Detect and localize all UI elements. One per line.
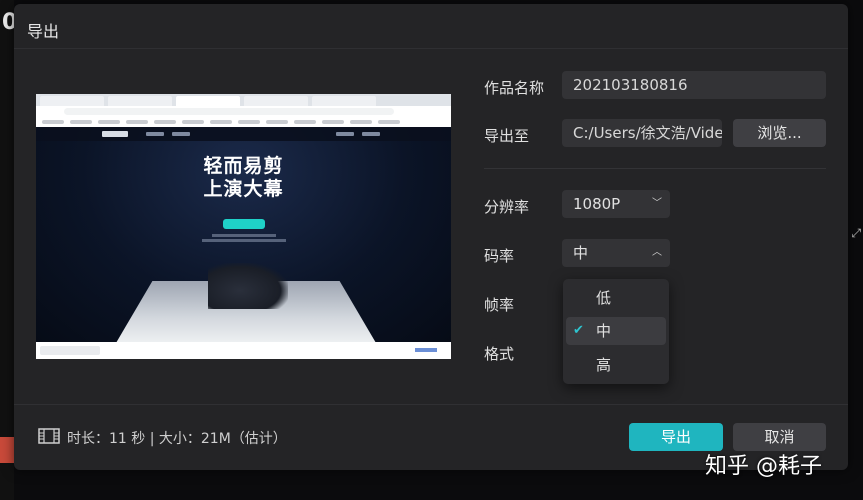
name-field[interactable]: 202103180816: [562, 71, 826, 99]
title-divider: [14, 48, 848, 49]
path-label: 导出至: [484, 127, 530, 145]
preview-tab: [312, 96, 376, 106]
preview-hand-shadow: [208, 263, 288, 309]
resolution-label: 分辨率: [484, 198, 530, 216]
preview-hero: 轻而易剪 上演大幕: [36, 127, 451, 343]
bitrate-label: 码率: [484, 247, 515, 265]
preview-download-bar: [36, 342, 451, 359]
cancel-button[interactable]: 取消: [733, 423, 826, 451]
bitrate-option-medium[interactable]: ✔ 中: [566, 317, 666, 345]
preview-tab: [40, 96, 104, 106]
preview-browser-tabs: [36, 94, 451, 106]
bitrate-option-low[interactable]: 低: [566, 284, 666, 312]
browse-button[interactable]: 浏览...: [733, 119, 826, 147]
video-preview: 轻而易剪 上演大幕: [36, 94, 451, 359]
name-label: 作品名称: [484, 79, 545, 97]
framerate-label: 帧率: [484, 296, 515, 314]
check-icon: ✔: [573, 323, 584, 338]
export-info: 时长：11 秒 | 大小：21M（估计）: [67, 431, 287, 447]
background-red-clip: [0, 437, 14, 463]
bitrate-option-high[interactable]: 高: [566, 351, 666, 379]
resolution-select[interactable]: 1080P ﹀: [562, 190, 670, 218]
preview-tab: [176, 96, 240, 106]
preview-site-logo: [102, 131, 128, 137]
resolution-value: 1080P: [573, 195, 621, 213]
preview-download-button: [223, 219, 265, 229]
bitrate-select[interactable]: 中 ︿: [562, 239, 670, 267]
preview-tab: [108, 96, 172, 106]
bitrate-dropdown: 低 ✔ 中 高: [563, 279, 669, 384]
form-divider: [484, 168, 826, 169]
chevron-down-icon: ﹀: [652, 198, 662, 209]
export-button[interactable]: 导出: [629, 423, 723, 451]
preview-site-nav: [36, 127, 451, 141]
format-label: 格式: [484, 345, 515, 363]
dialog-title: 导出: [27, 22, 60, 41]
path-field[interactable]: C:/Users/徐文浩/Vide: [562, 119, 722, 147]
watermark: 知乎 @耗子: [705, 454, 822, 479]
preview-tab: [244, 96, 308, 106]
background-expand-icon: ⤢: [851, 226, 861, 240]
bitrate-value: 中: [573, 244, 589, 262]
chevron-up-icon: ︿: [652, 247, 662, 258]
export-dialog: 导出 轻而易剪 上演大幕 作品名称 202103180816 导出至 C:/Us…: [14, 4, 848, 470]
footer-divider: [14, 404, 848, 405]
film-icon: [38, 428, 60, 444]
background-app-left-edge: [0, 0, 14, 500]
preview-headline: 轻而易剪 上演大幕: [203, 155, 284, 200]
